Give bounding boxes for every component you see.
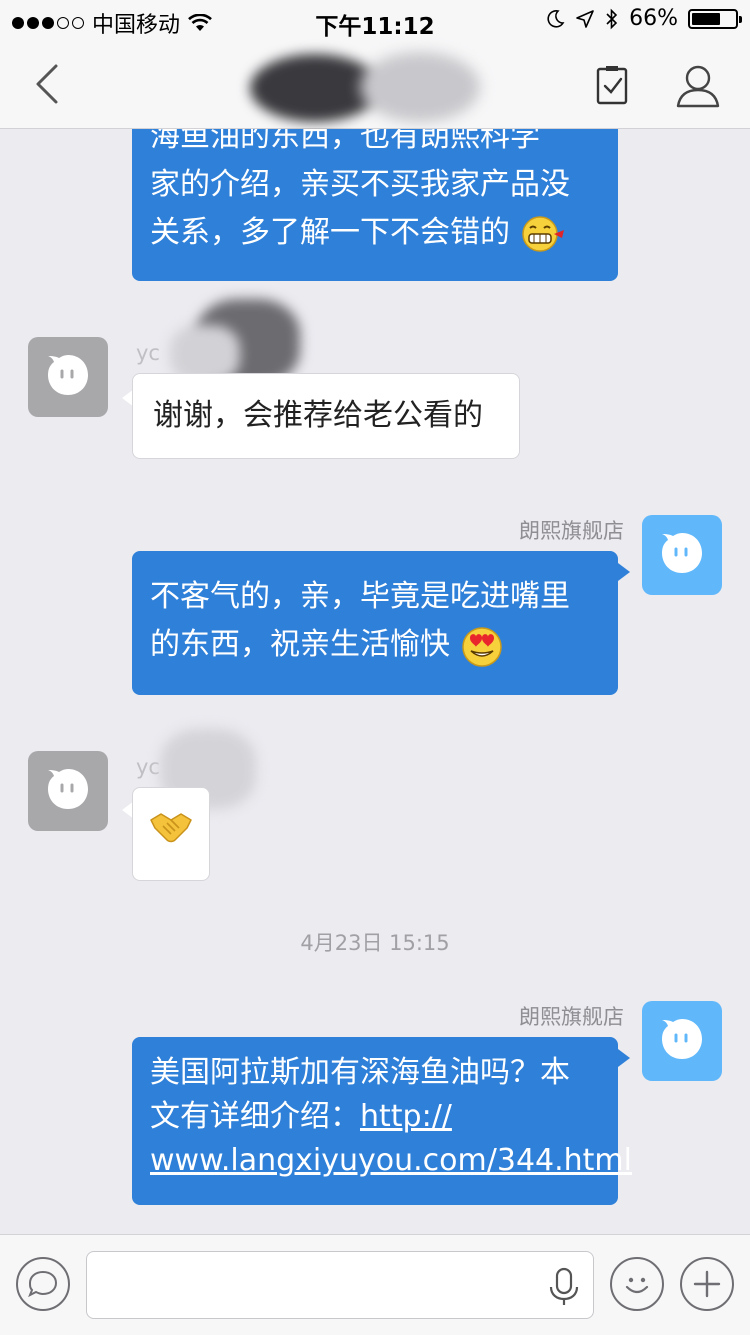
message-bubble-outgoing[interactable]: 海鱼油的东西，也有朗熙科学 家的介绍，亲买不买我家产品没 关系，多了解一下不会错… [132,129,618,281]
checklist-icon[interactable] [596,64,630,106]
message-line: 关系，多了解一下不会错的 [150,209,600,257]
sender-name: yc [136,341,160,365]
message-bubble-outgoing[interactable]: 美国阿拉斯加有深海鱼油吗？本 文有详细介绍：http:// www.langxi… [132,1037,632,1205]
store-avatar[interactable] [642,1001,722,1081]
sender-name: 朗熙旗舰店 [519,1005,624,1029]
message-line: 文有详细介绍：http:// [150,1099,452,1134]
bluetooth-icon [606,8,618,29]
moon-icon [547,9,565,28]
handshake-emoji-icon [150,813,192,843]
chat-area[interactable]: 海鱼油的东西，也有朗熙科学 家的介绍，亲买不买我家产品没 关系，多了解一下不会错… [0,129,750,1233]
timestamp: 4月23日 15:15 [300,931,450,955]
message-bubble-outgoing[interactable]: 不客气的，亲，毕竟是吃进嘴里 的东西，祝亲生活愉快 [132,551,618,695]
contact-name-redacted [250,48,490,124]
location-arrow-icon [576,9,594,28]
battery-icon [688,8,742,29]
nav-bar [0,40,750,129]
message-line: 海鱼油的东西，也有朗熙科学 [150,129,540,154]
plus-icon [693,1270,721,1298]
voice-toggle-button[interactable] [16,1257,70,1311]
contact-avatar[interactable] [28,337,108,417]
laughing-emoji-icon [521,215,564,252]
chat-bubble-icon [662,1019,702,1059]
user-icon[interactable] [674,62,722,110]
microphone-icon[interactable] [546,1267,582,1307]
message-link[interactable]: http:// [360,1099,452,1134]
heart-eyes-emoji-icon [461,626,502,667]
message-bubble-incoming[interactable] [132,787,210,881]
message-line: 不客气的，亲，毕竟是吃进嘴里 [150,579,570,614]
message-bubble-incoming[interactable]: 谢谢，会推荐给老公看的 [132,373,520,459]
chat-bubble-icon [48,355,88,395]
message-input[interactable] [86,1251,594,1319]
battery-percent: 66% [629,6,678,31]
message-text: 谢谢，会推荐给老公看的 [153,398,483,433]
contact-avatar[interactable] [28,751,108,831]
message-line: 美国阿拉斯加有深海鱼油吗？本 [150,1055,570,1090]
add-button[interactable] [680,1257,734,1311]
message-link[interactable]: www.langxiyuyou.com/344.html [150,1143,632,1178]
sender-name: 朗熙旗舰店 [519,519,624,543]
speech-bubble-icon [28,1270,58,1298]
status-bar: 中国移动 下午11:12 66% [0,0,750,40]
status-right: 66% [545,6,742,31]
emoji-button[interactable] [610,1257,664,1311]
message-line: 的东西，祝亲生活愉快 [150,621,600,669]
chat-bubble-icon [662,533,702,573]
message-line: www.langxiyuyou.com/344.html [150,1139,632,1183]
chat-bubble-icon [48,769,88,809]
chevron-left-icon[interactable] [28,60,68,108]
message-line: 家的介绍，亲买不买我家产品没 [150,167,570,202]
store-avatar[interactable] [642,515,722,595]
sender-name: yc [136,755,160,779]
input-bar [0,1234,750,1335]
smiley-icon [625,1277,649,1294]
